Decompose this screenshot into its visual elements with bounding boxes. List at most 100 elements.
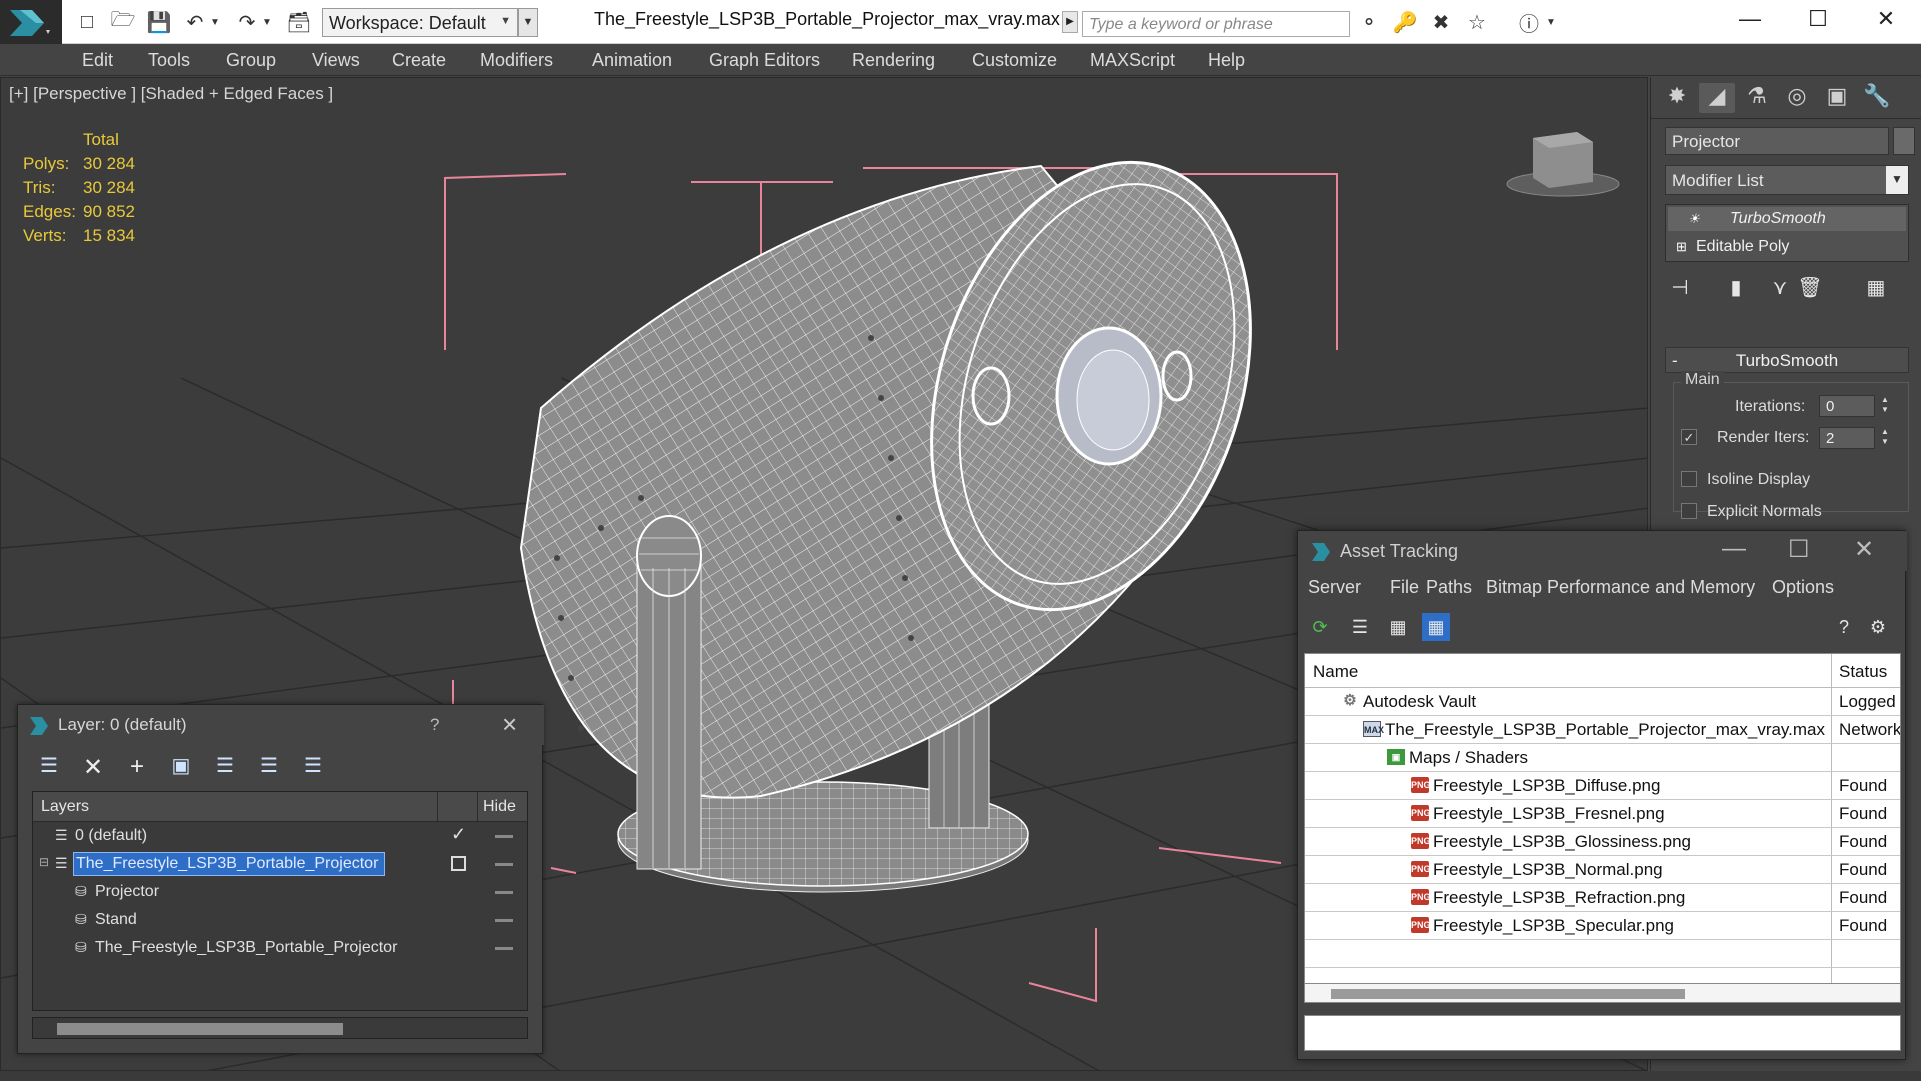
hide-toggle[interactable] xyxy=(495,863,513,866)
asset-row[interactable]: PNG Freestyle_LSP3B_Normal.png Found xyxy=(1305,856,1900,884)
viewcube-icon[interactable] xyxy=(1506,132,1620,197)
layer-horizontal-scrollbar[interactable] xyxy=(32,1017,528,1039)
help-icon[interactable]: ? xyxy=(430,715,439,735)
refresh-icon[interactable]: ⟳ xyxy=(1306,613,1334,641)
app-logo[interactable] xyxy=(0,0,62,44)
layer-row[interactable]: ☰ 0 (default) ✓ xyxy=(33,822,527,850)
redo-dropdown-icon[interactable]: ▼ xyxy=(260,10,274,34)
save-file-icon[interactable]: 💾 xyxy=(146,10,172,34)
pin-stack-icon[interactable]: ⊣ xyxy=(1665,275,1695,303)
stack-item-editable-poly[interactable]: ⊞ Editable Poly xyxy=(1668,235,1906,259)
tools-icon[interactable]: ✖ xyxy=(1428,10,1454,34)
menu-rendering[interactable]: Rendering xyxy=(852,50,935,71)
object-row[interactable]: ⛁ Stand xyxy=(33,906,527,934)
maximize-icon[interactable]: ☐ xyxy=(1788,535,1810,564)
menu-help[interactable]: Help xyxy=(1208,50,1245,71)
menu-bitmap-performance[interactable]: Bitmap Performance and Memory xyxy=(1486,577,1755,598)
star-icon[interactable]: ☆ xyxy=(1464,10,1490,34)
asset-row[interactable]: PNG Freestyle_LSP3B_Refraction.png Found xyxy=(1305,884,1900,912)
layer-row-selected[interactable]: ⊟ ☰ The_Freestyle_LSP3B_Portable_Project… xyxy=(33,850,527,878)
menu-modifiers[interactable]: Modifiers xyxy=(480,50,553,71)
object-row[interactable]: ⛁ Projector xyxy=(33,878,527,906)
hide-all-icon[interactable]: ☰ xyxy=(252,753,286,783)
menu-paths[interactable]: Paths xyxy=(1426,577,1472,598)
menu-customize[interactable]: Customize xyxy=(972,50,1057,71)
hierarchy-tab-icon[interactable]: ⚗ xyxy=(1739,83,1775,113)
add-to-layer-icon[interactable]: + xyxy=(120,753,154,783)
menu-server[interactable]: Server xyxy=(1308,577,1361,598)
asset-row[interactable]: PNG Freestyle_LSP3B_Glossiness.png Found xyxy=(1305,828,1900,856)
close-button[interactable]: ✕ xyxy=(1856,6,1916,36)
menu-tools[interactable]: Tools xyxy=(148,50,190,71)
workspace-selector[interactable]: Workspace: Default ▼ xyxy=(322,8,518,37)
search-expand-button[interactable]: ▶ xyxy=(1062,11,1078,33)
hide-column-header[interactable]: Hide xyxy=(483,798,516,816)
open-file-icon[interactable]: 🗁 xyxy=(110,9,136,34)
create-tab-icon[interactable]: ✸ xyxy=(1659,83,1695,113)
asset-status-field[interactable] xyxy=(1304,1015,1901,1051)
object-color-swatch[interactable] xyxy=(1893,127,1915,155)
active-layer-check-icon[interactable]: ✓ xyxy=(451,824,466,845)
collapse-icon[interactable]: ⊟ xyxy=(39,855,55,871)
undo-dropdown-icon[interactable]: ▼ xyxy=(208,10,222,34)
undo-icon[interactable]: ↶ xyxy=(182,10,208,34)
asset-horizontal-scrollbar[interactable] xyxy=(1304,983,1901,1003)
configure-sets-icon[interactable]: ▦ xyxy=(1861,275,1891,303)
maximize-button[interactable]: ☐ xyxy=(1788,6,1848,36)
display-tab-icon[interactable]: ▣ xyxy=(1819,83,1855,113)
asset-row[interactable]: MAX The_Freestyle_LSP3B_Portable_Project… xyxy=(1305,716,1900,744)
asset-row[interactable]: ⚙ Autodesk Vault Logged xyxy=(1305,688,1900,716)
name-column-header[interactable]: Name xyxy=(1313,662,1358,682)
asset-row[interactable]: ▣ Maps / Shaders xyxy=(1305,744,1900,772)
menu-graph-editors[interactable]: Graph Editors xyxy=(709,50,820,71)
hide-toggle[interactable] xyxy=(495,891,513,894)
project-folder-icon[interactable]: 🗃 xyxy=(286,10,312,34)
close-icon[interactable]: ✕ xyxy=(1854,535,1874,564)
menu-options[interactable]: Options xyxy=(1772,577,1834,598)
hide-toggle[interactable] xyxy=(495,835,513,838)
isoline-display-checkbox[interactable] xyxy=(1681,471,1697,487)
expand-plus-icon[interactable]: ⊞ xyxy=(1676,239,1688,254)
new-layer-icon[interactable]: ☰ xyxy=(32,753,66,783)
utilities-tab-icon[interactable]: 🔧 xyxy=(1859,83,1895,113)
menu-maxscript[interactable]: MAXScript xyxy=(1090,50,1175,71)
render-iters-spinner[interactable]: 2 xyxy=(1819,427,1875,449)
search-input[interactable]: Type a keyword or phrase xyxy=(1082,11,1350,37)
delete-layer-icon[interactable]: ✕ xyxy=(76,753,110,783)
help-icon[interactable]: ⓘ xyxy=(1516,10,1542,36)
menu-file[interactable]: File xyxy=(1390,577,1419,598)
asset-row[interactable]: PNG Freestyle_LSP3B_Diffuse.png Found xyxy=(1305,772,1900,800)
table-view-icon[interactable]: ▦ xyxy=(1422,613,1450,641)
menu-views[interactable]: Views xyxy=(312,50,360,71)
menu-group[interactable]: Group xyxy=(226,50,276,71)
stack-item-turbosmooth[interactable]: ☀ TurboSmooth xyxy=(1668,207,1906,231)
remove-modifier-icon[interactable]: 🗑 xyxy=(1795,275,1825,303)
redo-icon[interactable]: ↷ xyxy=(234,10,260,34)
render-iters-checkbox[interactable]: ✓ xyxy=(1681,429,1697,445)
binoculars-icon[interactable]: ⚬ xyxy=(1356,10,1382,34)
set-active-layer-checkbox[interactable] xyxy=(451,856,466,871)
lightbulb-icon[interactable]: ☀ xyxy=(1688,211,1700,226)
object-name-field[interactable]: Projector xyxy=(1665,127,1889,155)
modifier-list-dropdown[interactable]: Modifier List ▼ xyxy=(1665,165,1909,195)
viewport-label[interactable]: [+] [Perspective ] [Shaded + Edged Faces… xyxy=(9,84,333,104)
key-icon[interactable]: 🔑 xyxy=(1392,10,1418,34)
scrollbar-thumb[interactable] xyxy=(1331,989,1685,999)
workspace-menu-button[interactable]: ▼ xyxy=(518,8,538,37)
settings-icon[interactable]: ⚙ xyxy=(1864,613,1892,641)
turbosmooth-rollout-header[interactable]: - TurboSmooth xyxy=(1665,347,1909,373)
layer-explorer-titlebar[interactable]: Layer: 0 (default) ? × xyxy=(18,705,544,745)
asset-tracking-titlebar[interactable]: Asset Tracking — ☐ ✕ xyxy=(1298,531,1907,571)
minimize-icon[interactable]: — xyxy=(1722,535,1746,563)
spinner-arrows-icon[interactable]: ▲ ▼ xyxy=(1879,395,1891,417)
hide-toggle[interactable] xyxy=(495,919,513,922)
minimize-button[interactable]: — xyxy=(1720,6,1780,36)
status-column-header[interactable]: Status xyxy=(1839,662,1887,682)
hide-toggle[interactable] xyxy=(495,947,513,950)
show-end-result-icon[interactable]: ▮ xyxy=(1721,275,1751,303)
explicit-normals-checkbox[interactable] xyxy=(1681,503,1697,519)
help-icon[interactable]: ? xyxy=(1830,613,1858,641)
spinner-arrows-icon[interactable]: ▲ ▼ xyxy=(1879,427,1891,449)
menu-create[interactable]: Create xyxy=(392,50,446,71)
freeze-all-icon[interactable]: ☰ xyxy=(296,753,330,783)
